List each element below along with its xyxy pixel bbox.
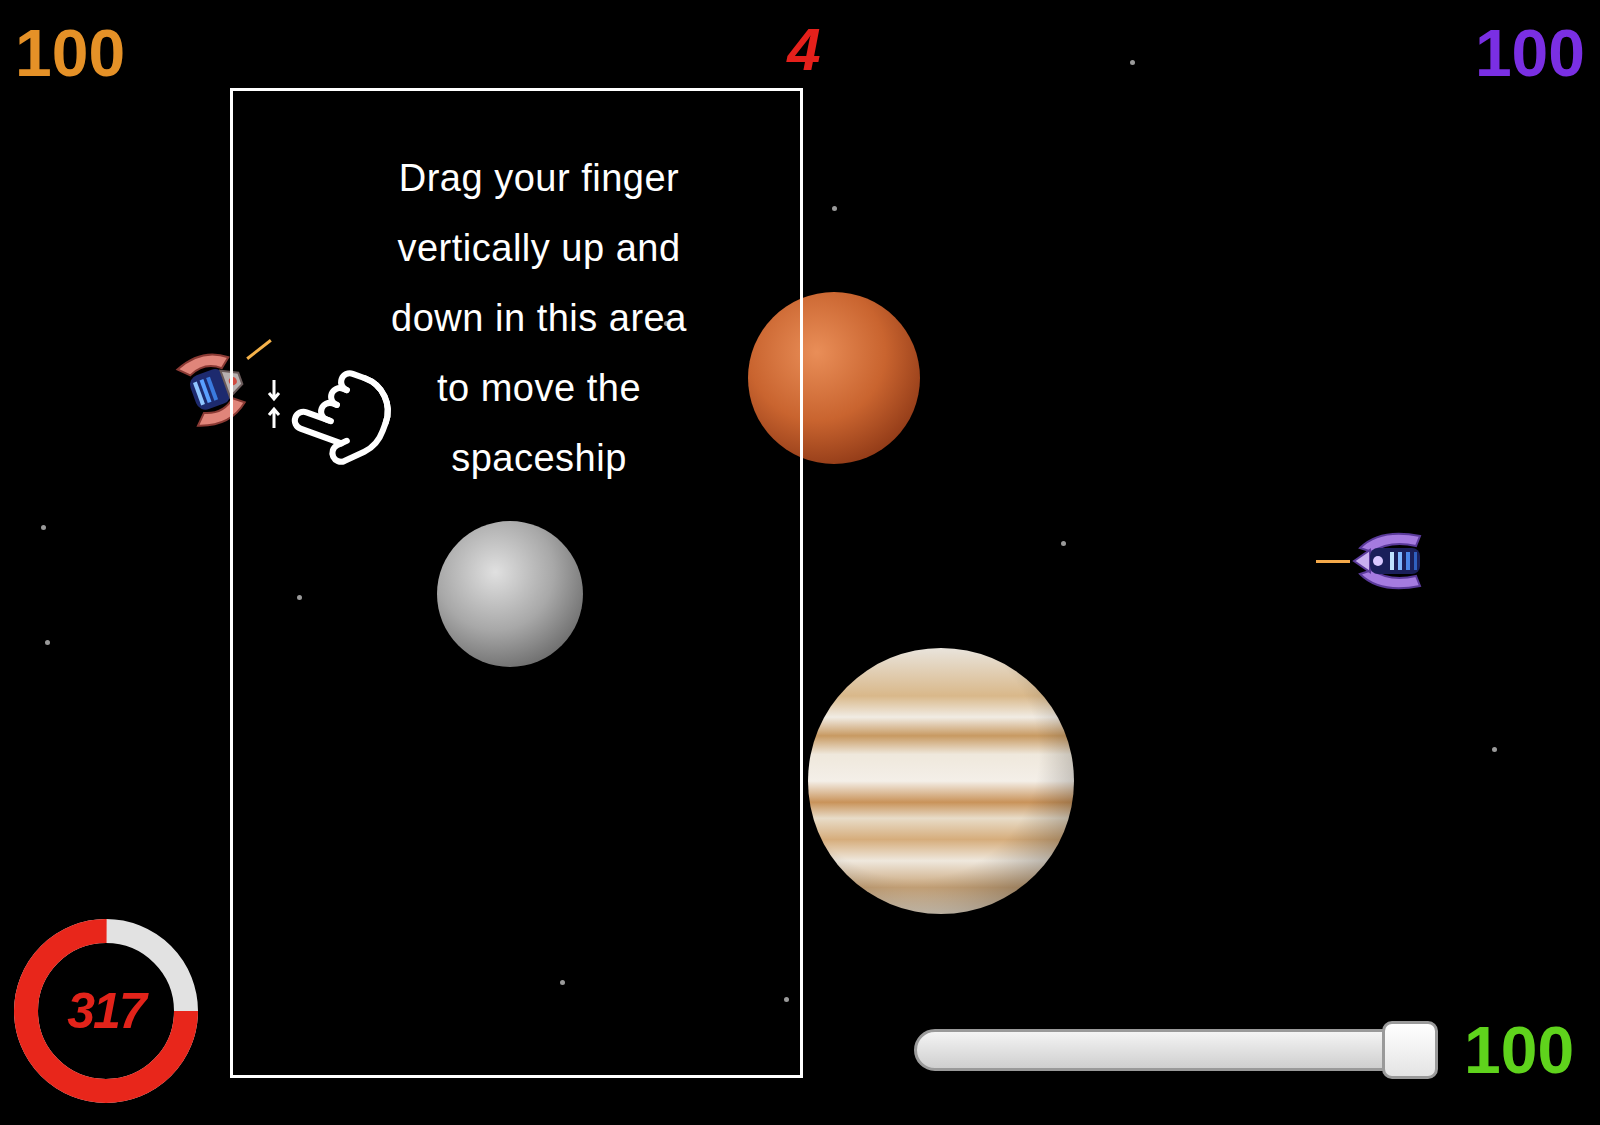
- tutorial-line: down in this area: [391, 283, 687, 353]
- bottom-hud: 317 100: [0, 917, 1600, 1125]
- jupiter: [808, 648, 1074, 914]
- star: [45, 640, 50, 645]
- star: [1492, 747, 1497, 752]
- enemy-laser: [1316, 560, 1350, 563]
- tutorial-line: spaceship: [451, 423, 627, 493]
- tutorial-line: Drag your finger: [399, 143, 679, 213]
- moon: [437, 521, 583, 667]
- hand-pointer-icon: [275, 349, 408, 482]
- throttle-reading: 100: [1464, 1017, 1582, 1083]
- star: [560, 980, 565, 985]
- throttle-group: 100: [914, 1017, 1582, 1083]
- star: [784, 997, 789, 1002]
- round-counter: 4: [779, 20, 820, 80]
- player-laser: [246, 339, 271, 360]
- star: [832, 206, 837, 211]
- star: [1130, 60, 1135, 65]
- slider-track[interactable]: [914, 1029, 1438, 1071]
- enemy-score: 100: [1475, 20, 1585, 86]
- player-score: 100: [15, 20, 125, 86]
- throttle-slider[interactable]: [914, 1021, 1438, 1079]
- star: [41, 525, 46, 530]
- timer-text: 317: [67, 986, 144, 1036]
- star: [1061, 541, 1066, 546]
- game-screen: Drag your fingervertically up anddown in…: [0, 0, 1600, 1125]
- tutorial-line: vertically up and: [397, 213, 680, 283]
- enemy-ship-icon: [1350, 518, 1436, 604]
- tutorial-line: to move the: [437, 353, 641, 423]
- mars: [748, 292, 920, 464]
- slider-thumb[interactable]: [1382, 1021, 1438, 1079]
- timer-ring: 317: [12, 917, 200, 1105]
- up-down-arrows-icon: [267, 378, 281, 430]
- top-hud: 100 4 100: [0, 0, 1600, 86]
- tutorial-area[interactable]: Drag your fingervertically up anddown in…: [230, 88, 803, 1078]
- player-ship-icon[interactable]: [166, 338, 262, 438]
- star: [297, 595, 302, 600]
